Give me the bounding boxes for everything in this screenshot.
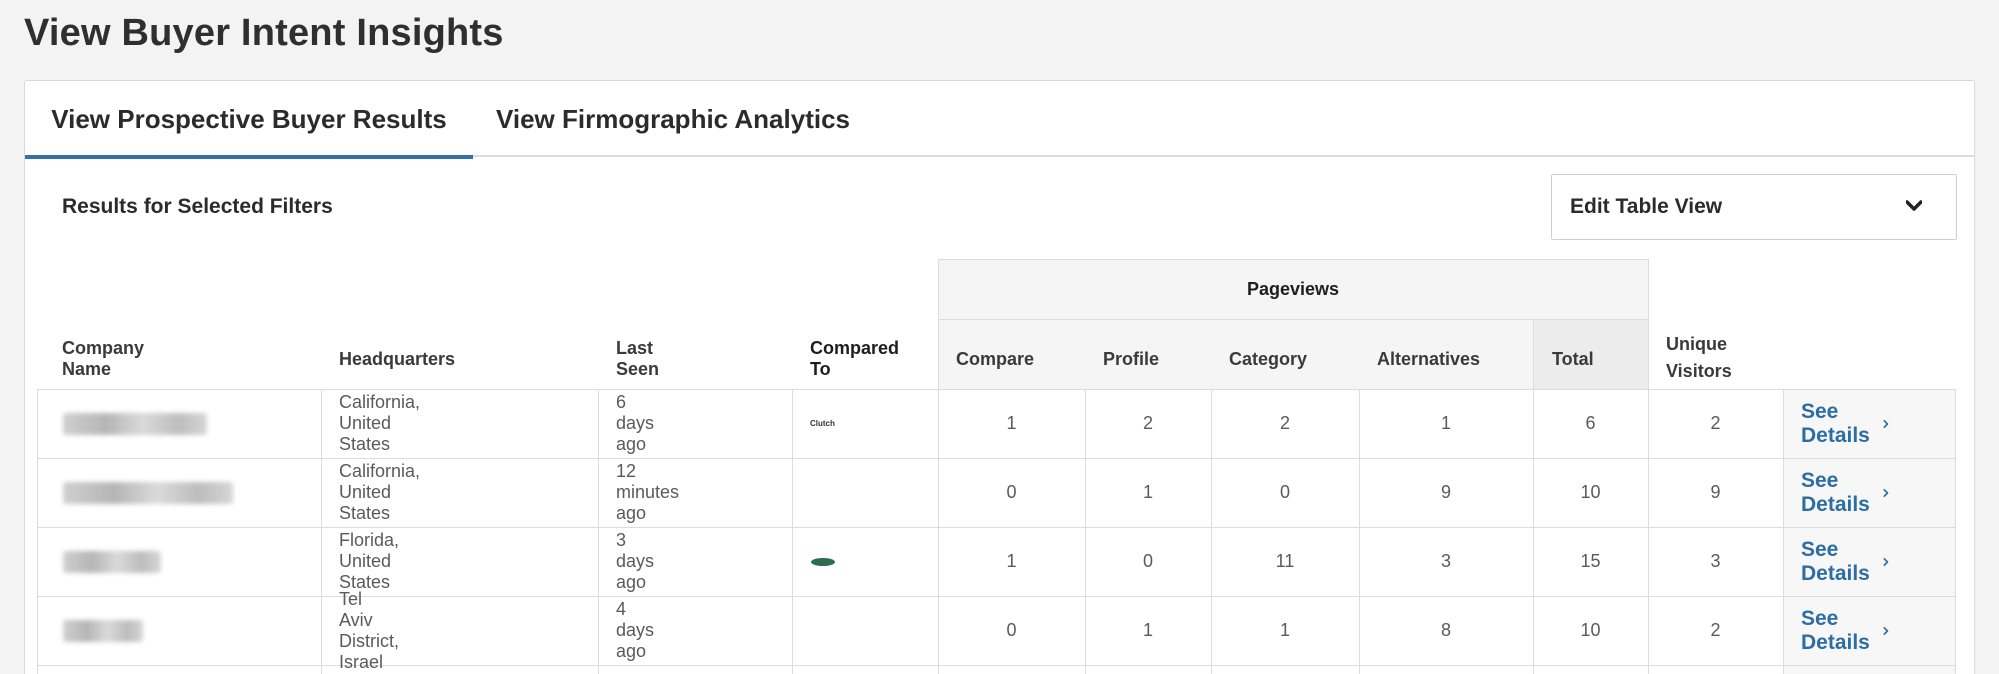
tab-bar: View Prospective Buyer Results View Firm… [25, 81, 1974, 159]
last-seen-cell: 6 days ago [616, 392, 655, 454]
divider [37, 389, 38, 674]
compare-cell: 0 [1006, 482, 1017, 502]
unique-visitors-cell: 2 [1710, 413, 1721, 433]
results-card: View Prospective Buyer Results View Firm… [24, 80, 1975, 674]
edit-table-view-label: Edit Table View [1570, 195, 1723, 218]
see-details-link[interactable]: See Details [1801, 527, 1889, 596]
category-cell: 0 [1279, 482, 1290, 502]
chevron-right-icon [1883, 626, 1889, 635]
col-company-name[interactable]: Company Name [62, 338, 144, 379]
headquarters-cell: Tel Aviv District, Israel [339, 588, 399, 672]
divider [938, 319, 1648, 320]
headquarters-cell: California, United States [339, 461, 421, 523]
last-seen-cell: 12 minutes ago [616, 461, 680, 523]
divider [938, 259, 1648, 260]
compared-to-cell [810, 527, 836, 596]
col-headquarters[interactable]: Headquarters [339, 339, 455, 379]
total-cell: 15 [1580, 551, 1601, 571]
alternatives-cell: 9 [1440, 482, 1451, 502]
see-details-link[interactable]: See Details [1801, 389, 1889, 458]
see-details-link[interactable]: See Details [1801, 458, 1889, 527]
alternatives-cell: 8 [1440, 620, 1451, 640]
total-cell: 6 [1585, 413, 1596, 433]
divider [1955, 389, 1956, 674]
col-category[interactable]: Category [1229, 339, 1307, 379]
divider [1783, 389, 1784, 674]
alternatives-cell: 1 [1440, 413, 1451, 433]
profile-cell: 2 [1142, 413, 1153, 433]
profile-cell: 0 [1142, 551, 1153, 571]
alternatives-cell: 3 [1440, 551, 1451, 571]
divider [321, 389, 322, 674]
divider [37, 665, 1955, 666]
see-details-label: See Details [1801, 468, 1870, 516]
category-cell: 11 [1275, 551, 1295, 571]
chevron-right-icon [1883, 419, 1889, 428]
see-details-label: See Details [1801, 606, 1870, 654]
see-details-link[interactable]: See Details [1801, 596, 1889, 665]
chevron-right-icon [1883, 488, 1889, 497]
see-details-label: See Details [1801, 399, 1870, 447]
compare-cell: 1 [1006, 551, 1017, 571]
col-profile[interactable]: Profile [1103, 339, 1159, 379]
edit-table-view-dropdown[interactable]: Edit Table View [1551, 174, 1957, 240]
headquarters-cell: California, United States [339, 392, 421, 454]
category-cell: 2 [1279, 413, 1290, 433]
col-compared-to[interactable]: Compared To [810, 338, 899, 379]
total-cell: 10 [1580, 620, 1601, 640]
col-compare[interactable]: Compare [956, 339, 1034, 379]
company-name-redacted[interactable] [63, 551, 161, 573]
divider [792, 389, 793, 674]
last-seen-cell: 4 days ago [616, 599, 655, 661]
unique-visitors-cell: 9 [1710, 482, 1721, 502]
category-cell: 1 [1279, 620, 1290, 640]
divider [598, 389, 599, 674]
profile-cell: 1 [1142, 482, 1153, 502]
compared-to-logo-icon [811, 557, 835, 566]
col-last-seen[interactable]: Last Seen [616, 338, 659, 379]
col-total[interactable]: Total [1552, 339, 1594, 379]
unique-visitors-cell: 3 [1710, 551, 1721, 571]
chevron-right-icon [1883, 557, 1889, 566]
chevron-down-icon [1906, 200, 1922, 211]
company-name-redacted[interactable] [63, 482, 233, 504]
pageviews-group-header: Pageviews [1246, 278, 1340, 299]
tab-prospective-buyer-results[interactable]: View Prospective Buyer Results [25, 81, 473, 159]
company-name-redacted[interactable] [63, 413, 207, 435]
profile-cell: 1 [1142, 620, 1153, 640]
last-seen-cell: 3 days ago [616, 530, 655, 592]
headquarters-cell: Florida, United States [339, 530, 400, 592]
compared-to-logo-clutch: Clutch [810, 419, 835, 428]
company-name-redacted[interactable] [63, 620, 143, 642]
results-heading: Results for Selected Filters [62, 195, 333, 218]
total-cell: 10 [1580, 482, 1601, 502]
tab-firmographic-analytics[interactable]: View Firmographic Analytics [473, 81, 873, 157]
see-details-label: See Details [1801, 537, 1870, 585]
compare-cell: 0 [1006, 620, 1017, 640]
col-alternatives[interactable]: Alternatives [1377, 339, 1480, 379]
col-unique-visitors[interactable]: Unique Visitors [1666, 331, 1756, 385]
compare-cell: 1 [1006, 413, 1017, 433]
page-title: View Buyer Intent Insights [24, 12, 504, 54]
unique-visitors-cell: 2 [1710, 620, 1721, 640]
